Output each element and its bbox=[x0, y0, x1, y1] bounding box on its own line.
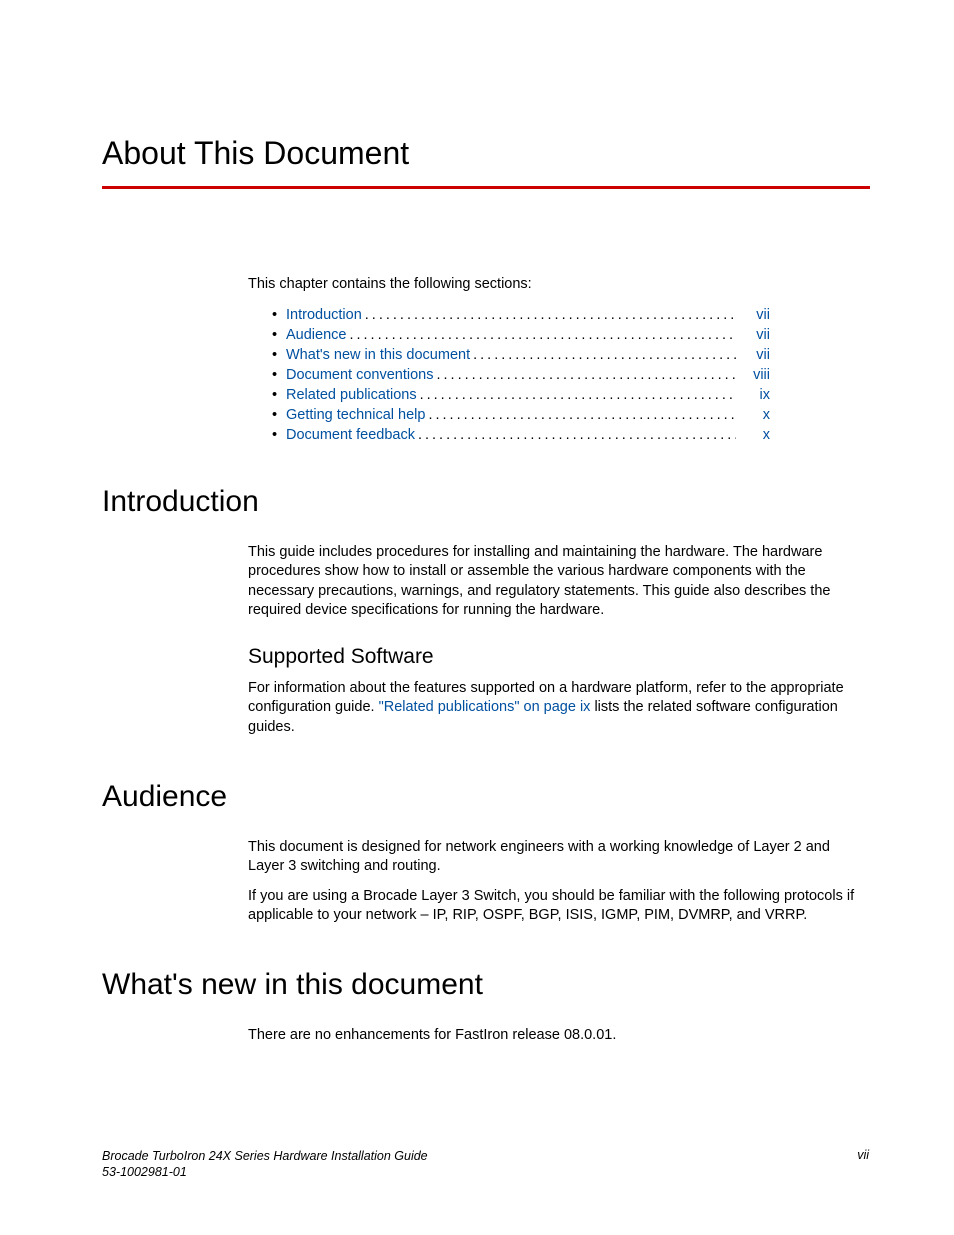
whats-new-body: There are no enhancements for FastIron r… bbox=[248, 1026, 870, 1046]
toc-link[interactable]: Getting technical help bbox=[286, 407, 425, 423]
toc-page[interactable]: vii bbox=[736, 327, 770, 343]
toc-link[interactable]: Document conventions bbox=[286, 367, 434, 383]
bullet-icon: • bbox=[272, 327, 286, 343]
intro-line: This chapter contains the following sect… bbox=[248, 275, 870, 295]
bullet-icon: • bbox=[272, 347, 286, 363]
footer-doc-title: Brocade TurboIron 24X Series Hardware In… bbox=[102, 1148, 428, 1164]
heading-audience: Audience bbox=[102, 780, 869, 814]
toc-leader bbox=[428, 407, 736, 423]
page: About This Document This chapter contain… bbox=[0, 0, 954, 1235]
related-publications-link[interactable]: "Related publications" on page ix bbox=[379, 699, 591, 715]
introduction-body: This guide includes procedures for insta… bbox=[248, 543, 870, 621]
bullet-icon: • bbox=[272, 407, 286, 423]
audience-p2: If you are using a Brocade Layer 3 Switc… bbox=[248, 887, 870, 926]
chapter-intro-block: This chapter contains the following sect… bbox=[248, 275, 870, 443]
toc-link[interactable]: Related publications bbox=[286, 387, 417, 403]
toc-link[interactable]: Introduction bbox=[286, 307, 362, 323]
toc-item: • Document feedback x bbox=[272, 427, 770, 443]
page-title: About This Document bbox=[102, 135, 869, 172]
toc-page[interactable]: x bbox=[736, 427, 770, 443]
heading-introduction: Introduction bbox=[102, 485, 869, 519]
audience-body-wrap: This document is designed for network en… bbox=[248, 838, 870, 926]
toc-page[interactable]: viii bbox=[736, 367, 770, 383]
toc-page[interactable]: vii bbox=[736, 347, 770, 363]
toc-item: • Audience vii bbox=[272, 327, 770, 343]
toc-link[interactable]: Audience bbox=[286, 327, 346, 343]
bullet-icon: • bbox=[272, 367, 286, 383]
section-whats-new: What's new in this document There are no… bbox=[102, 968, 869, 1046]
toc-item: • What's new in this document vii bbox=[272, 347, 770, 363]
bullet-icon: • bbox=[272, 427, 286, 443]
bullet-icon: • bbox=[272, 307, 286, 323]
toc-link[interactable]: What's new in this document bbox=[286, 347, 470, 363]
title-rule bbox=[102, 186, 870, 189]
toc-item: • Getting technical help x bbox=[272, 407, 770, 423]
footer-left: Brocade TurboIron 24X Series Hardware In… bbox=[102, 1148, 428, 1181]
toc-link[interactable]: Document feedback bbox=[286, 427, 415, 443]
introduction-body-wrap: This guide includes procedures for insta… bbox=[248, 543, 870, 738]
toc-page[interactable]: vii bbox=[736, 307, 770, 323]
heading-whats-new: What's new in this document bbox=[102, 968, 869, 1002]
toc-leader bbox=[473, 347, 736, 363]
bullet-icon: • bbox=[272, 387, 286, 403]
toc-list: • Introduction vii • Audience vii • What… bbox=[248, 307, 870, 443]
toc-leader bbox=[365, 307, 736, 323]
toc-item: • Document conventions viii bbox=[272, 367, 770, 383]
footer-page-number: vii bbox=[857, 1148, 869, 1181]
audience-p1: This document is designed for network en… bbox=[248, 838, 870, 877]
footer-doc-number: 53-1002981-01 bbox=[102, 1164, 428, 1180]
toc-leader bbox=[349, 327, 736, 343]
toc-item: • Introduction vii bbox=[272, 307, 770, 323]
toc-page[interactable]: ix bbox=[736, 387, 770, 403]
page-footer: Brocade TurboIron 24X Series Hardware In… bbox=[102, 1148, 869, 1181]
whats-new-body-wrap: There are no enhancements for FastIron r… bbox=[248, 1026, 870, 1046]
heading-supported-software: Supported Software bbox=[248, 645, 870, 669]
toc-leader bbox=[420, 387, 736, 403]
toc-item: • Related publications ix bbox=[272, 387, 770, 403]
supported-software-body: For information about the features suppo… bbox=[248, 679, 870, 738]
toc-leader bbox=[437, 367, 737, 383]
section-audience: Audience This document is designed for n… bbox=[102, 780, 869, 926]
toc-leader bbox=[418, 427, 736, 443]
toc-page[interactable]: x bbox=[736, 407, 770, 423]
section-introduction: Introduction This guide includes procedu… bbox=[102, 485, 869, 738]
